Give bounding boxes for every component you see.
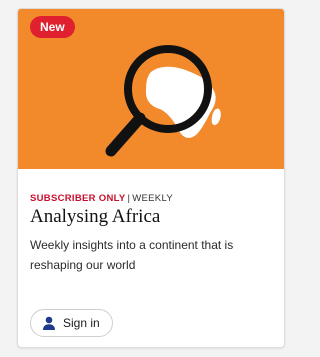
user-icon [41, 315, 57, 331]
subscriber-only-label: SUBSCRIBER ONLY [30, 193, 126, 204]
newsletter-description: Weekly insights into a continent that is… [30, 238, 234, 272]
newsletter-meta: SUBSCRIBER ONLY | WEEKLY [30, 193, 173, 204]
frequency-label: WEEKLY [132, 193, 173, 204]
meta-separator: | [127, 193, 131, 204]
sign-in-label: Sign in [63, 316, 100, 330]
newsletter-card[interactable]: New SUBSCRIBER ONLY | WEEKLY Analysing Afr… [17, 8, 285, 348]
newsletter-title[interactable]: Analysing Africa [30, 206, 160, 228]
new-badge: New [30, 16, 75, 38]
sign-in-button[interactable]: Sign in [30, 309, 113, 337]
newsletter-hero-image: New [18, 9, 284, 169]
